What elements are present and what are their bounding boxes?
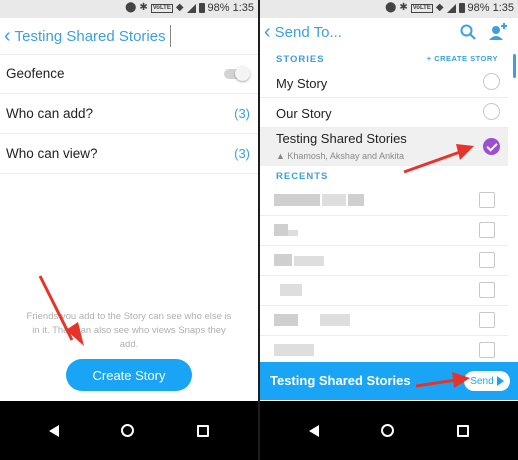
geofence-row[interactable]: Geofence: [0, 54, 258, 94]
header: ‹ Testing Shared Stories: [0, 18, 258, 55]
status-bar: ⬤ ✱ VoLTE ◆ 98% 1:35: [260, 0, 518, 18]
recent-select-checkbox[interactable]: [479, 342, 495, 358]
signal-icon: [186, 3, 196, 13]
recents-section-label: RECENTS: [276, 171, 329, 182]
send-button-label: Send: [470, 375, 494, 387]
status-bar: ⬤ ✱ VoLTE ◆ 98% 1:35: [0, 0, 258, 18]
who-can-view-row[interactable]: Who can view? (3): [0, 134, 258, 174]
story-row-our-story[interactable]: Our Story: [260, 98, 508, 128]
story-name: Our Story: [276, 106, 332, 121]
location-icon: ⬤: [125, 2, 137, 13]
story-name-field[interactable]: Testing Shared Stories: [15, 28, 166, 45]
android-nav-bar: [0, 401, 258, 460]
nav-back-icon[interactable]: [49, 424, 60, 437]
search-icon[interactable]: [460, 24, 476, 40]
stories-section-label: STORIES: [276, 54, 325, 65]
location-icon: ⬤: [385, 2, 397, 13]
send-arrow-icon: [496, 376, 504, 386]
recent-select-checkbox[interactable]: [479, 192, 495, 208]
info-text: Friends you add to the Story can see who…: [26, 311, 232, 350]
nav-recent-icon[interactable]: [456, 424, 469, 437]
battery-level: 98%: [467, 2, 490, 14]
geofence-label: Geofence: [6, 66, 65, 81]
send-bar: Testing Shared Stories Send: [260, 362, 518, 400]
bluetooth-icon: ✱: [399, 2, 408, 13]
back-chevron-icon[interactable]: ‹: [264, 22, 271, 42]
volte-badge: VoLTE: [150, 3, 173, 13]
recent-select-checkbox[interactable]: [479, 252, 495, 268]
who-can-view-label: Who can view?: [6, 146, 98, 161]
header: ‹ Send To...: [260, 18, 518, 46]
send-to-screen: ⬤ ✱ VoLTE ◆ 98% 1:35 ‹ Send To... STORIE…: [260, 0, 518, 460]
clock: 1:35: [492, 2, 514, 14]
story-name: Testing Shared Stories: [276, 131, 407, 146]
back-chevron-icon[interactable]: ‹: [4, 26, 11, 46]
recent-select-checkbox[interactable]: [479, 222, 495, 238]
selected-story-summary: Testing Shared Stories: [270, 373, 411, 388]
scrollbar[interactable]: [513, 54, 516, 78]
recent-row[interactable]: [260, 216, 508, 246]
story-members: ▲ Khamosh, Akshay and Ankita: [276, 151, 404, 161]
clock: 1:35: [232, 2, 254, 14]
bluetooth-icon: ✱: [139, 2, 148, 13]
recent-select-checkbox[interactable]: [479, 312, 495, 328]
recent-row[interactable]: [260, 276, 508, 306]
story-row-testing-shared-stories[interactable]: Testing Shared Stories ▲ Khamosh, Akshay…: [260, 128, 508, 166]
text-cursor: [169, 25, 171, 47]
battery-icon: [458, 3, 465, 13]
nav-home-icon[interactable]: [121, 424, 135, 437]
story-select-radio[interactable]: [483, 138, 500, 155]
who-can-add-count: (3): [234, 106, 250, 121]
add-friend-icon[interactable]: [488, 22, 508, 42]
send-button[interactable]: Send: [464, 371, 510, 391]
story-select-radio[interactable]: [483, 73, 500, 90]
page-title: Send To...: [274, 23, 342, 41]
geofence-toggle[interactable]: [224, 65, 250, 81]
who-can-add-row[interactable]: Who can add? (3): [0, 94, 258, 134]
recent-row[interactable]: [260, 246, 508, 276]
nav-back-icon[interactable]: [309, 424, 320, 437]
recent-row[interactable]: [260, 306, 508, 336]
recent-row[interactable]: [260, 186, 508, 216]
volte-badge: VoLTE: [410, 3, 433, 13]
battery-level: 98%: [207, 2, 230, 14]
create-story-link[interactable]: + CREATE STORY: [427, 54, 498, 63]
recent-select-checkbox[interactable]: [479, 282, 495, 298]
story-select-radio[interactable]: [483, 103, 500, 120]
story-settings-screen: ⬤ ✱ VoLTE ◆ 98% 1:35 ‹ Testing Shared St…: [0, 0, 258, 460]
signal-icon: [446, 3, 456, 13]
battery-icon: [198, 3, 205, 13]
who-can-view-count: (3): [234, 146, 250, 161]
who-can-add-label: Who can add?: [6, 106, 94, 121]
wifi-icon: ◆: [435, 2, 444, 13]
story-name: My Story: [276, 76, 328, 91]
story-row-my-story[interactable]: My Story: [260, 68, 508, 98]
nav-recent-icon[interactable]: [196, 424, 209, 437]
create-story-button[interactable]: Create Story: [66, 359, 192, 391]
nav-home-icon[interactable]: [381, 424, 395, 437]
android-nav-bar: [260, 401, 518, 460]
wifi-icon: ◆: [175, 2, 184, 13]
